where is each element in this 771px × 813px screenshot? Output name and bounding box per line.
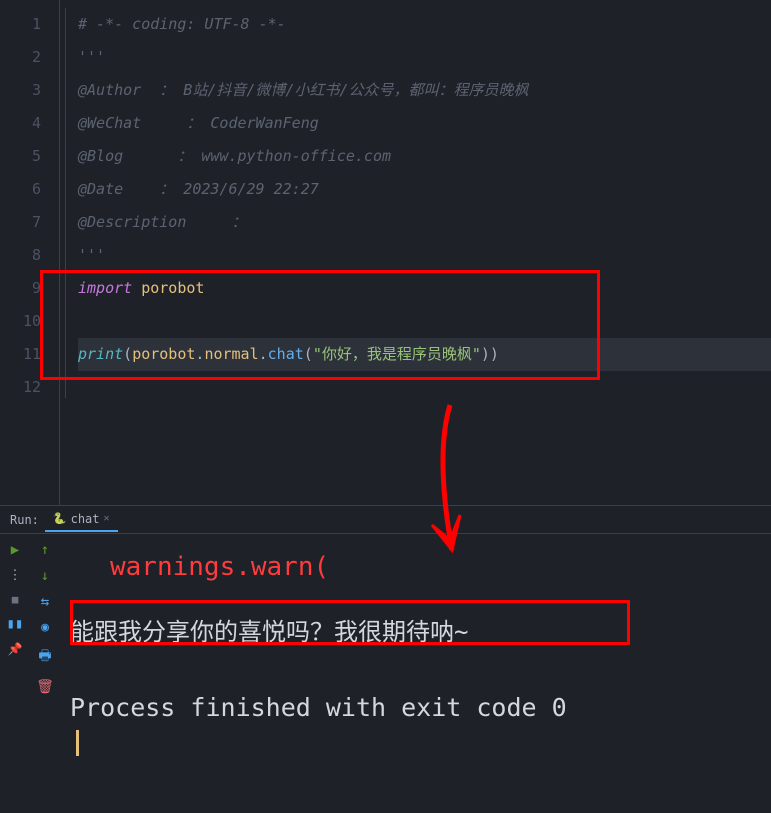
- line-number: 1: [0, 8, 59, 41]
- console-response-line: 能跟我分享你的喜悦吗？我很期待呐~: [70, 612, 761, 647]
- close-icon[interactable]: ✕: [104, 513, 110, 524]
- line-number: 3: [0, 74, 59, 107]
- line-number: 5: [0, 140, 59, 173]
- code-line[interactable]: [78, 305, 771, 338]
- run-header: Run: 🐍 chat ✕: [0, 506, 771, 534]
- line-number: 6: [0, 173, 59, 206]
- run-toolbar-left: ▶ ⋮ ■ ▮▮ 📌: [0, 534, 30, 774]
- print-icon[interactable]: 🖶: [38, 645, 51, 669]
- soft-wrap-icon[interactable]: ⇆: [41, 594, 49, 610]
- trash-icon[interactable]: 🗑: [36, 679, 54, 695]
- code-line[interactable]: @Blog ： www.python-office.com: [78, 140, 771, 173]
- gutter: 123456789101112: [0, 0, 60, 505]
- pin-icon[interactable]: 📌: [8, 642, 23, 656]
- run-tab-title: chat: [71, 512, 100, 526]
- code-line[interactable]: @Date ： 2023/6/29 22:27: [78, 173, 771, 206]
- run-tab-chat[interactable]: 🐍 chat ✕: [45, 508, 118, 532]
- line-number: 9: [0, 272, 59, 305]
- code-content[interactable]: # -*- coding: UTF-8 -*-'''@Author ： B站/抖…: [60, 0, 771, 505]
- console-warning-line: warnings.warn(: [110, 552, 761, 582]
- line-number: 10: [0, 305, 59, 338]
- code-line[interactable]: [78, 371, 771, 404]
- code-line[interactable]: print(porobot.normal.chat("你好，我是程序员晚枫")): [78, 338, 771, 371]
- code-line[interactable]: # -*- coding: UTF-8 -*-: [78, 8, 771, 41]
- scroll-down-icon[interactable]: ↓: [41, 568, 49, 584]
- code-editor[interactable]: 123456789101112 # -*- coding: UTF-8 -*-'…: [0, 0, 771, 505]
- line-number: 7: [0, 206, 59, 239]
- run-toolbar-right: ↑ ↓ ⇆ ◉ 🖶 🗑: [30, 534, 60, 774]
- code-line[interactable]: ''': [78, 239, 771, 272]
- run-label: Run:: [4, 513, 45, 527]
- code-line[interactable]: @Description ：: [78, 206, 771, 239]
- stop-icon[interactable]: ■: [12, 593, 19, 606]
- target-icon[interactable]: ◉: [41, 620, 49, 635]
- code-line[interactable]: import porobot: [78, 272, 771, 305]
- line-number: 11: [0, 338, 59, 371]
- layout-icon[interactable]: ▮▮: [7, 616, 24, 632]
- line-number: 8: [0, 239, 59, 272]
- line-number: 2: [0, 41, 59, 74]
- restart-icon[interactable]: ↑: [41, 542, 49, 558]
- code-line[interactable]: @Author ： B站/抖音/微博/小红书/公众号，都叫：程序员晚枫: [78, 74, 771, 107]
- line-number: 4: [0, 107, 59, 140]
- more-icon[interactable]: ⋮: [9, 568, 22, 583]
- cursor-icon: [76, 730, 79, 756]
- console-exit-line: Process finished with exit code 0: [70, 693, 761, 722]
- console-output[interactable]: warnings.warn( 能跟我分享你的喜悦吗？我很期待呐~ Process…: [60, 534, 771, 774]
- code-line[interactable]: @WeChat ： CoderWanFeng: [78, 107, 771, 140]
- run-icon[interactable]: ▶: [11, 542, 19, 558]
- line-number: 12: [0, 371, 59, 404]
- python-icon: 🐍: [53, 512, 67, 525]
- code-line[interactable]: ''': [78, 41, 771, 74]
- run-panel: Run: 🐍 chat ✕ ▶ ⋮ ■ ▮▮ 📌 ↑ ↓ ⇆ ◉ 🖶 🗑 war…: [0, 505, 771, 774]
